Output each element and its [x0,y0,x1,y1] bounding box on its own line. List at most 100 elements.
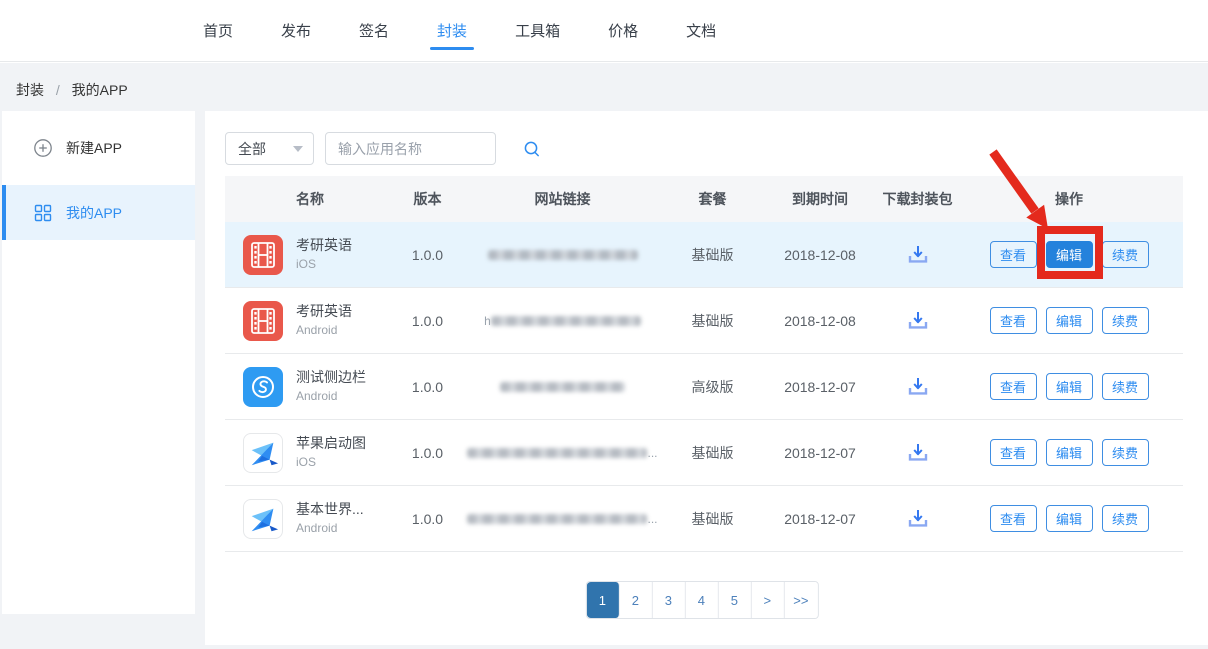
app-platform: Android [296,389,366,404]
nav-item-price[interactable]: 价格 [603,0,643,61]
edit-button[interactable]: 编辑 [1046,307,1093,334]
page-background: 封装 / 我的APP 新建APP 我的APP 全部 [0,63,1208,649]
search-input[interactable] [326,141,523,157]
nav-item-publish[interactable]: 发布 [276,0,316,61]
s-logo-app-icon [243,367,283,407]
table-row: 测试侧边栏Android 1.0.0 高级版 2018-12-07 查看 编辑 … [225,354,1183,420]
app-platform: Android [296,521,364,536]
table-row: 苹果启动图iOS 1.0.0 ... 基础版 2018-12-07 查看 编辑 … [225,420,1183,486]
nav-item-package-active[interactable]: 封装 [432,0,472,61]
search-box [325,132,496,165]
table-header: 名称 版本 网站链接 套餐 到期时间 下载封装包 操作 [225,176,1183,222]
masked-url: ... [467,446,657,460]
origami-bird-app-icon [243,433,283,473]
nav-item-toolbox[interactable]: 工具箱 [510,0,565,61]
renew-button[interactable]: 续费 [1102,241,1149,268]
header-plan: 套餐 [665,189,760,209]
app-version: 1.0.0 [395,247,460,263]
page-button-1[interactable]: 1 [586,582,619,618]
nav-item-docs[interactable]: 文档 [681,0,721,61]
table-row: 考研英语Android 1.0.0 h 基础版 2018-12-08 查看 编辑… [225,288,1183,354]
app-version: 1.0.0 [395,313,460,329]
app-plan: 高级版 [665,377,760,397]
header-name: 名称 [225,189,395,209]
renew-button[interactable]: 续费 [1102,307,1149,334]
breadcrumb-separator: / [56,82,60,98]
app-plan: 基础版 [665,245,760,265]
category-dropdown-value: 全部 [238,139,266,159]
edit-button[interactable]: 编辑 [1046,505,1093,532]
filter-row: 全部 [225,132,496,165]
renew-button[interactable]: 续费 [1102,439,1149,466]
app-name: 考研英语 [296,237,352,255]
masked-url [488,250,638,260]
app-name: 考研英语 [296,303,352,321]
sidebar-item-label: 新建APP [66,138,122,158]
masked-url: h [484,314,641,328]
page-button-5[interactable]: 5 [718,582,751,618]
plus-circle-icon [33,138,53,158]
sidebar: 新建APP 我的APP [2,111,195,614]
app-expire-date: 2018-12-07 [760,445,880,461]
app-plan: 基础版 [665,443,760,463]
view-button[interactable]: 查看 [990,241,1037,268]
edit-button[interactable]: 编辑 [1046,439,1093,466]
last-page-button[interactable]: >> [784,582,817,618]
category-dropdown[interactable]: 全部 [225,132,314,165]
masked-url: ... [467,512,657,526]
breadcrumb: 封装 / 我的APP [16,80,128,100]
film-app-icon [243,235,283,275]
edit-button-highlighted[interactable]: 编辑 [1046,241,1093,268]
masked-url [500,382,625,392]
nav-item-sign[interactable]: 签名 [354,0,394,61]
download-icon[interactable] [906,376,930,398]
download-icon[interactable] [906,442,930,464]
app-expire-date: 2018-12-08 [760,247,880,263]
download-icon[interactable] [906,310,930,332]
app-version: 1.0.0 [395,445,460,461]
app-table: 名称 版本 网站链接 套餐 到期时间 下载封装包 操作 考研英语 iOS 1.0.… [225,176,1183,552]
page-button-2[interactable]: 2 [619,582,652,618]
page-button-3[interactable]: 3 [652,582,685,618]
app-name: 测试侧边栏 [296,369,366,387]
search-icon[interactable] [523,140,541,158]
view-button[interactable]: 查看 [990,439,1037,466]
download-icon[interactable] [906,244,930,266]
header-version: 版本 [395,189,460,209]
view-button[interactable]: 查看 [990,505,1037,532]
app-version: 1.0.0 [395,511,460,527]
sidebar-item-new-app[interactable]: 新建APP [2,111,195,185]
renew-button[interactable]: 续费 [1102,373,1149,400]
app-name: 苹果启动图 [296,435,366,453]
app-version: 1.0.0 [395,379,460,395]
app-platform: iOS [296,455,366,470]
main-panel: 全部 名称 版本 网站链接 套餐 到期时间 下载封装包 操作 [205,111,1208,645]
next-page-button[interactable]: > [751,582,784,618]
app-name: 基本世界... [296,501,364,519]
app-plan: 基础版 [665,509,760,529]
breadcrumb-package[interactable]: 封装 [16,82,44,98]
view-button[interactable]: 查看 [990,373,1037,400]
top-navigation: 首页 发布 签名 封装 工具箱 价格 文档 [0,0,1208,62]
app-expire-date: 2018-12-08 [760,313,880,329]
edit-button[interactable]: 编辑 [1046,373,1093,400]
renew-button[interactable]: 续费 [1102,505,1149,532]
sidebar-item-my-app[interactable]: 我的APP [2,185,195,240]
nav-item-home[interactable]: 首页 [198,0,238,61]
page-button-4[interactable]: 4 [685,582,718,618]
download-icon[interactable] [906,508,930,530]
header-download: 下载封装包 [880,189,955,209]
app-platform: iOS [296,257,352,272]
header-actions: 操作 [955,189,1183,209]
film-app-icon [243,301,283,341]
app-expire-date: 2018-12-07 [760,379,880,395]
app-expire-date: 2018-12-07 [760,511,880,527]
header-link: 网站链接 [460,189,665,209]
pagination: 1 2 3 4 5 > >> [585,581,818,619]
view-button[interactable]: 查看 [990,307,1037,334]
chevron-down-icon [293,146,303,152]
header-expire: 到期时间 [760,189,880,209]
breadcrumb-my-app: 我的APP [72,82,128,98]
table-row: 考研英语 iOS 1.0.0 基础版 2018-12-08 查看 编辑 续费 [225,222,1183,288]
grid-icon [33,203,53,223]
